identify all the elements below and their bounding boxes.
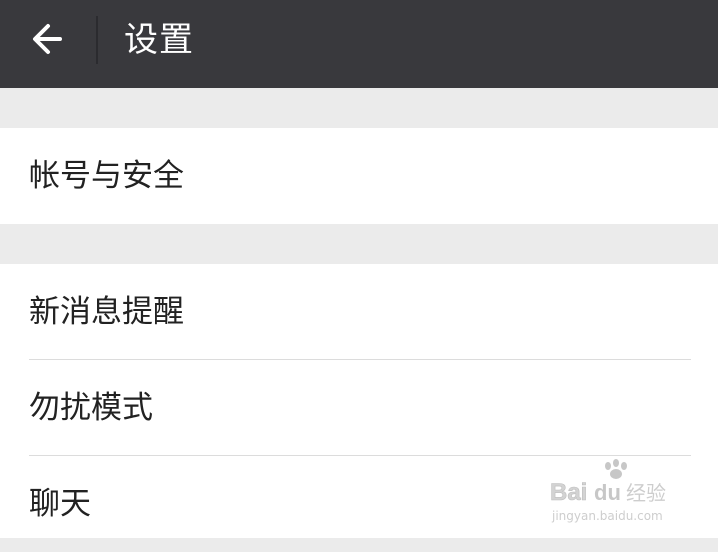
settings-item-label: 聊天 [29, 486, 91, 522]
page-title: 设置 [124, 20, 194, 60]
settings-item-label: 新消息提醒 [29, 294, 184, 330]
settings-item-account-security[interactable]: 帐号与安全 [0, 128, 718, 224]
arrow-left-icon [33, 24, 62, 54]
settings-item-label: 勿扰模式 [29, 390, 153, 426]
svg-text:Bai: Bai [550, 479, 587, 506]
svg-text:经验: 经验 [626, 481, 666, 505]
svg-text:jingyan.baidu.com: jingyan.baidu.com [551, 509, 663, 523]
header-divider [96, 16, 98, 64]
settings-group-account: 帐号与安全 [0, 128, 718, 224]
settings-item-new-message-notifications[interactable]: 新消息提醒 [0, 264, 718, 360]
svg-text:du: du [594, 480, 621, 505]
back-button[interactable] [24, 14, 74, 64]
settings-item-label: 帐号与安全 [29, 158, 184, 194]
baidu-jingyan-watermark: Bai du 经验 jingyan.baidu.com [548, 458, 688, 528]
top-app-bar: 设置 [0, 0, 718, 88]
settings-item-do-not-disturb[interactable]: 勿扰模式 [0, 360, 718, 456]
